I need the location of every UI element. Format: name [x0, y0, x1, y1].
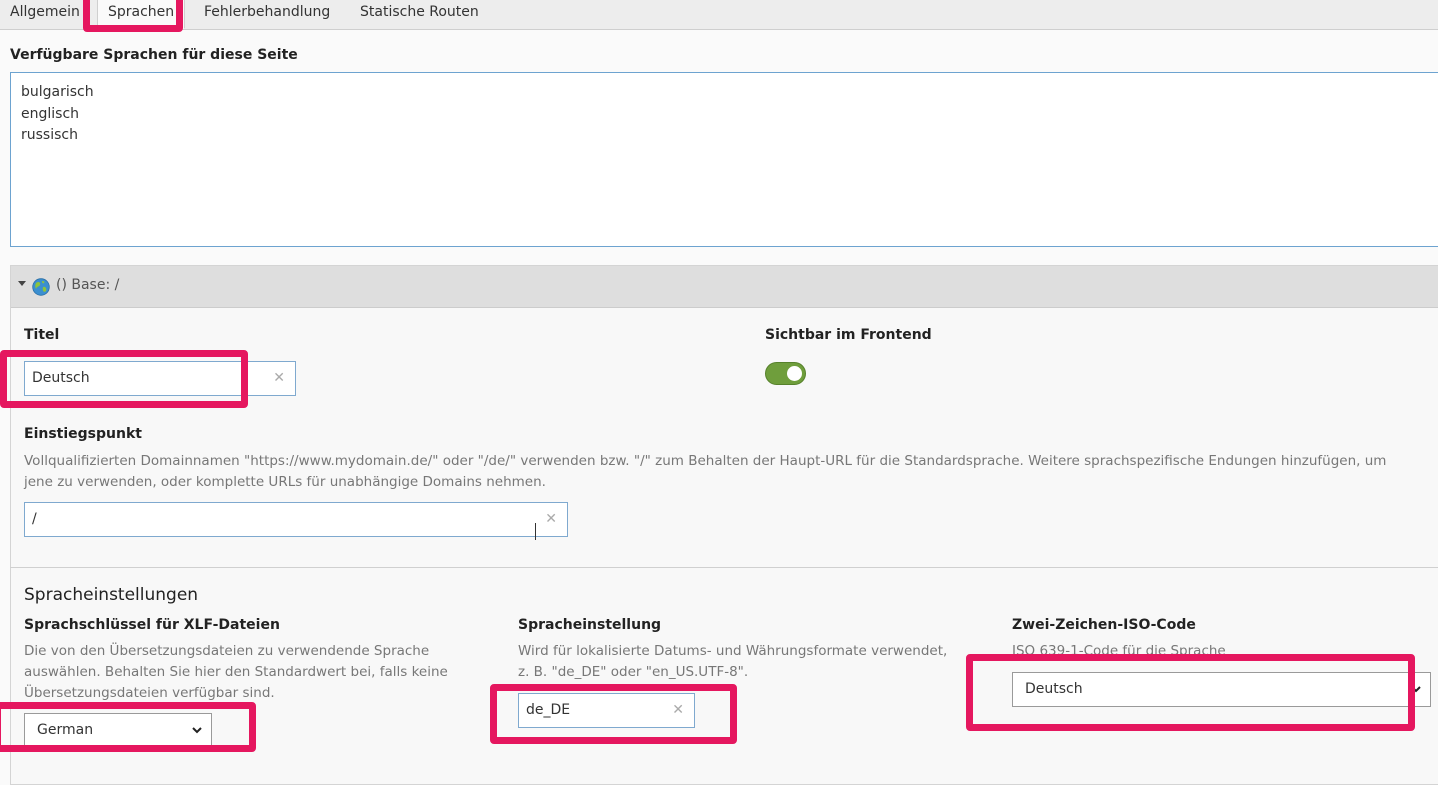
entry-point-help-line1: Vollqualifizierten Domainnamen "https://…: [24, 453, 1387, 469]
locale-input[interactable]: de_DE ✕: [518, 693, 695, 728]
tab-fehlerbehandlung[interactable]: Fehlerbehandlung: [194, 0, 340, 24]
collapse-caret-icon[interactable]: [18, 281, 26, 286]
chevron-down-icon: [192, 714, 202, 760]
section-divider: [10, 567, 1438, 568]
text-cursor: [535, 523, 536, 540]
available-languages-list[interactable]: bulgarisch englisch russisch: [10, 72, 1438, 247]
titel-input[interactable]: Deutsch ✕: [24, 361, 296, 396]
chevron-down-icon: [1411, 673, 1421, 719]
clear-icon[interactable]: ✕: [273, 362, 285, 395]
locale-value: de_DE: [526, 702, 571, 718]
iso-help: ISO 639-1-Code für die Sprache: [1012, 643, 1226, 659]
xlf-help-line2: auswählen. Behalten Sie hier den Standar…: [24, 664, 448, 680]
tab-sprachen[interactable]: Sprachen: [97, 0, 186, 29]
language-item-bulgarisch[interactable]: bulgarisch: [21, 82, 1438, 104]
tab-bar: Allgemein Sprachen Fehlerbehandlung Stat…: [0, 0, 1438, 30]
clear-icon[interactable]: ✕: [545, 503, 557, 536]
iso-label: Zwei-Zeichen-ISO-Code: [1012, 617, 1196, 633]
xlf-label: Sprachschlüssel für XLF-Dateien: [24, 617, 280, 633]
language-panel-header[interactable]: () Base: /: [11, 266, 1438, 308]
xlf-help-line1: Die von den Übersetzungsdateien zu verwe…: [24, 643, 430, 659]
entry-point-input[interactable]: / ✕: [24, 502, 568, 540]
tab-allgemein[interactable]: Allgemein: [0, 0, 90, 24]
locale-help-line2: z. B. "de_DE" oder "en_US.UTF-8".: [518, 664, 749, 680]
xlf-selected-value: German: [37, 722, 94, 738]
iso-selected-value: Deutsch: [1025, 681, 1083, 697]
toggle-knob: [787, 366, 802, 381]
available-languages-label: Verfügbare Sprachen für diese Seite: [10, 47, 298, 63]
locale-help-line1: Wird für lokalisierte Datums- und Währun…: [518, 643, 948, 659]
entry-point-label: Einstiegspunkt: [24, 426, 142, 442]
locale-label: Spracheinstellung: [518, 617, 662, 633]
globe-icon: [32, 278, 50, 300]
titel-label: Titel: [24, 327, 60, 343]
visible-frontend-label: Sichtbar im Frontend: [765, 327, 932, 343]
language-settings-title: Spracheinstellungen: [24, 585, 199, 605]
language-item-englisch[interactable]: englisch: [21, 104, 1438, 126]
entry-point-help-line2: jene zu verwenden, oder komplette URLs f…: [24, 474, 546, 490]
clear-icon[interactable]: ✕: [672, 694, 684, 727]
entry-point-value: /: [32, 511, 37, 527]
titel-value: Deutsch: [32, 370, 90, 386]
xlf-select[interactable]: German: [24, 713, 212, 748]
visible-frontend-toggle[interactable]: [765, 362, 806, 385]
panel-header-title: () Base: /: [56, 277, 120, 293]
xlf-help-line3: Übersetzungsdateien verfügbar sind.: [24, 685, 275, 701]
iso-select[interactable]: Deutsch: [1012, 672, 1431, 707]
tab-statische-routen[interactable]: Statische Routen: [350, 0, 489, 24]
language-item-russisch[interactable]: russisch: [21, 125, 1438, 147]
